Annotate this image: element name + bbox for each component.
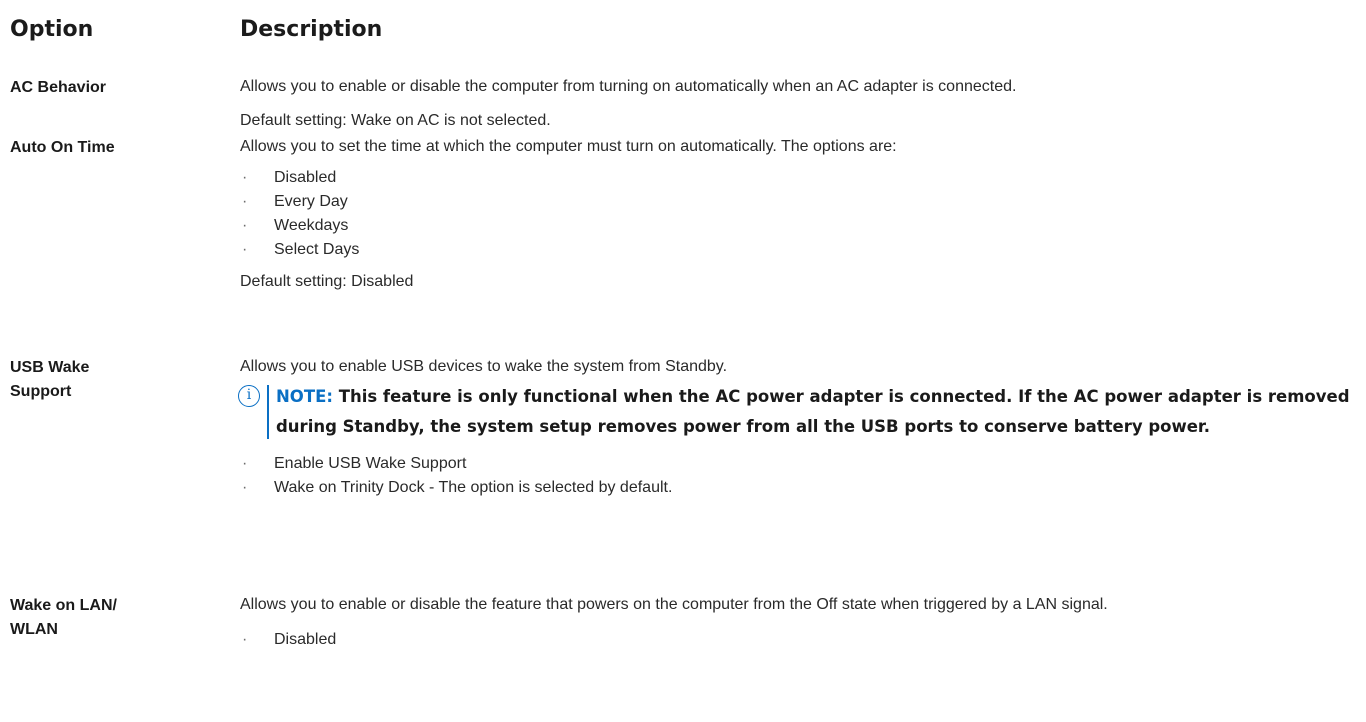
bullet-icon: ·	[242, 631, 248, 648]
list-item: · Every Day	[240, 190, 1355, 214]
usb-wake-options: · Enable USB Wake Support · Wake on Trinit…	[240, 452, 1355, 500]
bullet-icon: ·	[242, 479, 248, 496]
note-divider	[267, 385, 269, 439]
auto-on-time-default: Default setting: Disabled	[240, 273, 414, 290]
list-item: · Select Days	[240, 238, 1355, 262]
option-column-header: Option	[10, 17, 94, 42]
description-column-header: Description	[240, 17, 383, 42]
list-item: · Weekdays	[240, 214, 1355, 238]
note-box: i NOTE: This feature is only functional …	[238, 382, 1355, 442]
ac-behavior-default: Default setting: Wake on AC is not selec…	[240, 112, 551, 129]
option-ac-behavior: AC Behavior	[10, 79, 107, 96]
info-circle-icon: i	[238, 385, 260, 407]
usb-wake-text: Allows you to enable USB devices to wake…	[240, 358, 728, 375]
description-wake-on-lan: Allows you to enable or disable the feat…	[240, 591, 1355, 652]
ac-behavior-text: Allows you to enable or disable the comp…	[240, 78, 1017, 95]
option-usb-wake-support: USB Wake Support	[10, 356, 160, 404]
note-label: NOTE:	[276, 387, 333, 406]
wake-on-lan-options: · Disabled	[240, 628, 1355, 652]
bullet-icon: ·	[242, 241, 248, 258]
auto-on-time-text: Allows you to set the time at which the …	[240, 138, 897, 155]
list-item: · Enable USB Wake Support	[240, 452, 1355, 476]
description-auto-on-time: Allows you to set the time at which the …	[240, 133, 1355, 295]
option-label-line: Support	[10, 383, 72, 400]
bullet-icon: ·	[242, 193, 248, 210]
bullet-icon: ·	[242, 217, 248, 234]
list-item: · Wake on Trinity Dock - The option is se…	[240, 476, 1355, 500]
option-label-line: WLAN	[10, 621, 58, 638]
auto-on-time-options: · Disabled · Every Day · Weekdays · Select D…	[240, 166, 1355, 262]
option-wake-on-lan: Wake on LAN/ WLAN	[10, 594, 160, 642]
option-label-line: Wake on LAN/	[10, 597, 117, 614]
bullet-icon: ·	[242, 169, 248, 186]
bullet-icon: ·	[242, 455, 248, 472]
description-ac-behavior: Allows you to enable or disable the comp…	[240, 73, 1355, 134]
description-usb-wake-support: Allows you to enable USB devices to wake…	[238, 353, 1355, 500]
note-body: This feature is only functional when the…	[276, 387, 1350, 436]
list-item: · Disabled	[240, 166, 1355, 190]
wake-on-lan-text: Allows you to enable or disable the feat…	[240, 596, 1108, 613]
option-auto-on-time: Auto On Time	[10, 139, 115, 156]
option-label-line: USB Wake	[10, 359, 90, 376]
note-text: NOTE: This feature is only functional wh…	[276, 382, 1355, 442]
list-item: · Disabled	[240, 628, 1355, 652]
